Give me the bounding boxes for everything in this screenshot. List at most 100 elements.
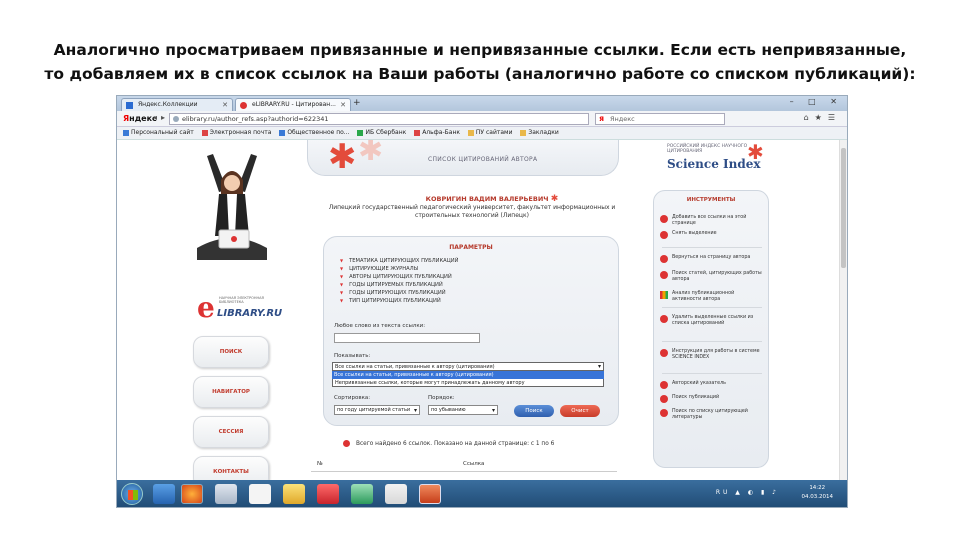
notes-icon[interactable] bbox=[283, 484, 305, 504]
bookmark-item[interactable]: ПУ сайтами bbox=[467, 127, 512, 139]
bookmark-item[interactable]: Персональный сайт bbox=[123, 127, 194, 139]
search-button[interactable]: Поиск bbox=[514, 405, 554, 417]
tool-instructions[interactable]: Инструкция для работы в системе SCIENCE … bbox=[660, 349, 764, 361]
bookmark-item[interactable]: ИБ Сбербанк bbox=[357, 127, 406, 139]
elibrary-logo[interactable]: e НАУЧНАЯ ЭЛЕКТРОННАЯ БИБЛИОТЕКА LIBRARY… bbox=[197, 294, 287, 322]
parameter-link[interactable]: АВТОРЫ ЦИТИРУЮЩИХ ПУБЛИКАЦИЙ bbox=[340, 273, 580, 281]
snowflake-icon: ✱ bbox=[358, 140, 384, 168]
tool-remove-selected[interactable]: Удалить выделенные ссылки из списка цити… bbox=[660, 315, 764, 327]
vertical-scrollbar[interactable] bbox=[839, 140, 847, 480]
show-select[interactable]: Все ссылки на статьи, привязанные к авто… bbox=[332, 362, 604, 371]
parameter-link[interactable]: ЦИТИРУЮЩИЕ ЖУРНАЛЫ bbox=[340, 265, 580, 273]
window-controls[interactable]: – □ ✕ bbox=[790, 97, 843, 106]
parameter-link[interactable]: ГОДЫ ЦИТИРУЕМЫХ ПУБЛИКАЦИЙ bbox=[340, 281, 580, 289]
powerpoint-icon[interactable] bbox=[419, 484, 441, 504]
help-icon bbox=[660, 349, 668, 357]
science-index-logo[interactable]: РОССИЙСКИЙ ИНДЕКС НАУЧНОГО ЦИТИРОВАНИЯ S… bbox=[667, 140, 767, 171]
session-nav-button[interactable]: СЕССИЯ bbox=[193, 416, 269, 448]
caption-line-1: Аналогично просматриваем привязанные и н… bbox=[53, 41, 907, 59]
music-icon[interactable] bbox=[317, 484, 339, 504]
tab-elibrary[interactable]: eLIBRARY.RU - Цитирован... ✕ bbox=[235, 98, 351, 111]
yandex-favicon-icon bbox=[126, 102, 133, 109]
deselect-icon bbox=[660, 231, 668, 239]
windows-taskbar: RU ▲ ◐ ▮ ♪ 14:22 04.03.2014 bbox=[117, 480, 847, 507]
parameter-link[interactable]: ТЕМАТИКА ЦИТИРУЮЩИХ ПУБЛИКАЦИЙ bbox=[340, 257, 580, 265]
tab-label: eLIBRARY.RU - Цитирован... bbox=[252, 101, 336, 108]
clock[interactable]: 14:22 04.03.2014 bbox=[802, 484, 834, 502]
parameters-list: ТЕМАТИКА ЦИТИРУЮЩИХ ПУБЛИКАЦИЙ ЦИТИРУЮЩИ… bbox=[340, 257, 580, 305]
new-tab-button[interactable]: + bbox=[353, 98, 361, 108]
show-label: Показывать: bbox=[334, 353, 371, 359]
page-header: ✱ ✱ СПИСОК ЦИТИРОВАНИЙ АВТОРА bbox=[307, 140, 619, 176]
elibrary-favicon-icon bbox=[240, 102, 247, 109]
parameters-panel: ПАРАМЕТРЫ ТЕМАТИКА ЦИТИРУЮЩИХ ПУБЛИКАЦИЙ… bbox=[323, 236, 619, 426]
order-select[interactable]: по убыванию bbox=[428, 405, 498, 415]
system-tray[interactable]: RU ▲ ◐ ▮ ♪ bbox=[716, 489, 779, 496]
tool-pub-search[interactable]: Поиск публикаций bbox=[660, 395, 764, 403]
acrobat-icon[interactable] bbox=[385, 484, 407, 504]
snowflake-icon: ✱ bbox=[328, 140, 357, 177]
scrollbar-thumb[interactable] bbox=[841, 148, 846, 268]
keyword-input[interactable] bbox=[334, 333, 480, 343]
back-forward-icon[interactable]: ◂▸ bbox=[153, 113, 169, 122]
info-icon bbox=[343, 440, 350, 447]
bookmark-item[interactable]: Закладки bbox=[520, 127, 559, 139]
calendar-icon[interactable] bbox=[249, 484, 271, 504]
back-icon bbox=[660, 255, 668, 263]
results-table-header: № Ссылка bbox=[311, 458, 617, 472]
tool-author-index[interactable]: Авторский указатель bbox=[660, 381, 764, 389]
bookmark-item[interactable]: Альфа-Банк bbox=[414, 127, 460, 139]
tool-add-all[interactable]: Добавить все ссылки на этой странице bbox=[660, 215, 764, 227]
tools-title: ИНСТРУМЕНТЫ bbox=[686, 197, 736, 203]
delete-icon bbox=[660, 315, 668, 323]
keyword-label: Любое слово из текста ссылки: bbox=[334, 323, 426, 329]
divider bbox=[662, 307, 762, 308]
search-icon bbox=[660, 271, 668, 279]
tab-label: Яндекс.Коллекции bbox=[138, 101, 198, 108]
start-button[interactable] bbox=[121, 483, 143, 505]
tool-author-page[interactable]: Вернуться на страницу автора bbox=[660, 255, 764, 263]
search-icon bbox=[660, 395, 668, 403]
browser-tools-icons[interactable]: ⌂★☰ bbox=[804, 113, 841, 122]
column-link: Ссылка bbox=[463, 461, 485, 467]
tool-cited-lit-search[interactable]: Поиск по списку цитирующей литературы bbox=[660, 409, 764, 421]
close-icon[interactable]: ✕ bbox=[340, 99, 346, 111]
tool-citing-search[interactable]: Поиск статей, цитирующих работы автора bbox=[660, 271, 764, 283]
web-page: ✱ ✱ СПИСОК ЦИТИРОВАНИЙ АВТОРА РОССИЙСКИЙ… bbox=[117, 140, 841, 480]
tool-analysis[interactable]: Анализ публикационной активности автора bbox=[660, 291, 764, 303]
search-input[interactable]: Я Яндекс bbox=[595, 113, 725, 125]
divider bbox=[662, 341, 762, 342]
parameters-title: ПАРАМЕТРЫ bbox=[449, 244, 493, 251]
parameter-link[interactable]: ТИП ЦИТИРУЮЩИХ ПУБЛИКАЦИЙ bbox=[340, 297, 580, 305]
show-option-linked[interactable]: Все ссылки на статьи, привязанные к авто… bbox=[332, 371, 604, 379]
firefox-icon[interactable] bbox=[181, 484, 203, 504]
slide-caption: Аналогично просматриваем привязанные и н… bbox=[0, 38, 960, 86]
caption-line-2: то добавляем их в список ссылок на Ваши … bbox=[44, 65, 916, 83]
skydrive-icon[interactable] bbox=[153, 484, 175, 504]
contacts-nav-button[interactable]: КОНТАКТЫ bbox=[193, 456, 269, 480]
show-option-unlinked[interactable]: Непривязанные ссылки, которые могут прин… bbox=[332, 379, 604, 387]
tab-bar: Яндекс.Коллекции ✕ eLIBRARY.RU - Цитиров… bbox=[117, 96, 847, 111]
navigator-nav-button[interactable]: НАВИГАТОР bbox=[193, 376, 269, 408]
explorer-icon[interactable] bbox=[215, 484, 237, 504]
author-affiliation: Липецкий государственный педагогический … bbox=[328, 204, 616, 219]
search-nav-button[interactable]: ПОИСК bbox=[193, 336, 269, 368]
bookmark-item[interactable]: Общественное по... bbox=[279, 127, 350, 139]
tool-deselect[interactable]: Снять выделение bbox=[660, 231, 764, 239]
add-icon bbox=[660, 215, 668, 223]
url-field[interactable]: elibrary.ru/author_refs.asp?authorid=622… bbox=[169, 113, 589, 125]
parameter-link[interactable]: ГОДЫ ЦИТИРУЮЩИХ ПУБЛИКАЦИЙ bbox=[340, 289, 580, 297]
divider bbox=[662, 373, 762, 374]
search-icon bbox=[660, 409, 668, 417]
sort-select[interactable]: по году цитируемой статьи bbox=[334, 405, 420, 415]
yandex-search-icon: Я bbox=[599, 115, 605, 123]
yandex-logo[interactable]: Яндекс bbox=[123, 114, 157, 123]
tools-panel: ИНСТРУМЕНТЫ Добавить все ссылки на этой … bbox=[653, 190, 769, 468]
column-number: № bbox=[317, 461, 323, 467]
close-icon[interactable]: ✕ bbox=[222, 99, 228, 111]
tab-yandex[interactable]: Яндекс.Коллекции ✕ bbox=[121, 98, 233, 111]
order-label: Порядок: bbox=[428, 395, 455, 401]
app-icon[interactable] bbox=[351, 484, 373, 504]
clear-button[interactable]: Очист bbox=[560, 405, 600, 417]
bookmark-item[interactable]: Электронная почта bbox=[201, 127, 271, 139]
